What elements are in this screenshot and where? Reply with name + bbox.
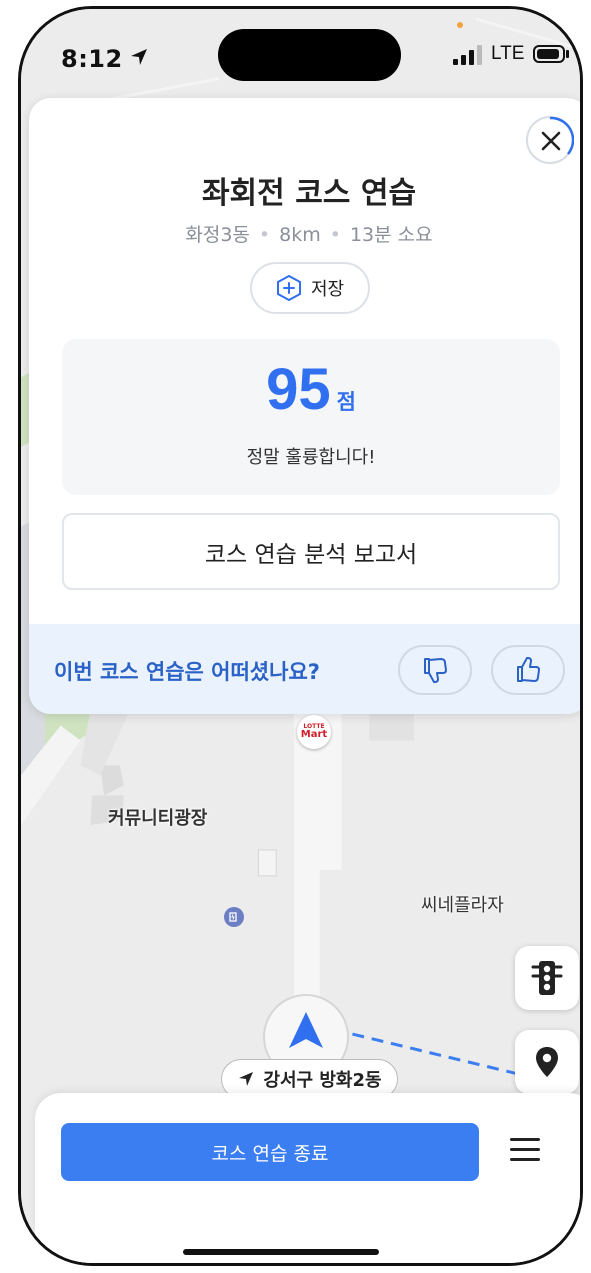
location-pin-icon (536, 1047, 558, 1077)
thumbs-down-button[interactable] (398, 645, 472, 695)
battery-icon (533, 45, 565, 63)
lotte-mart-poi[interactable]: LOTTE Mart (297, 715, 331, 749)
score-row: 95 점 (62, 361, 560, 419)
phone-frame: 8:12 LTE 좌회전 코스 연습 화정3동 • 8km • 13분 소요 저장 95… (18, 6, 583, 1266)
thumbs-up-button[interactable] (491, 645, 565, 695)
navigation-arrow-icon (239, 1072, 254, 1086)
score-panel: 95 점 정말 훌륭합니다! (62, 339, 560, 495)
menu-icon-line (510, 1158, 540, 1161)
network-type: LTE (491, 43, 525, 64)
menu-icon-line (510, 1138, 540, 1141)
dynamic-island (218, 29, 401, 81)
course-meta: 화정3동 • 8km • 13분 소요 (185, 224, 433, 246)
status-bar: 8:12 LTE (21, 9, 580, 99)
save-button[interactable]: 저장 (250, 262, 370, 314)
menu-icon-line (510, 1148, 540, 1151)
battery-tip (566, 50, 569, 58)
course-duration: 13분 소요 (349, 224, 433, 246)
traffic-light-button[interactable] (515, 946, 579, 1010)
close-button[interactable] (526, 116, 574, 164)
score-message: 정말 훌륭합니다! (246, 447, 376, 468)
menu-button[interactable] (510, 1138, 540, 1164)
privacy-indicator (457, 22, 463, 28)
hexagon-plus-icon (276, 274, 301, 302)
thumbs-up-icon (517, 657, 540, 682)
course-location: 화정3동 (185, 224, 250, 246)
end-practice-button[interactable]: 코스 연습 종료 (61, 1123, 479, 1181)
save-button-label: 저장 (310, 279, 345, 300)
score-unit: 점 (336, 390, 356, 414)
score-value: 95 (266, 357, 331, 422)
feedback-question: 이번 코스 연습은 어떠셨나요? (54, 660, 320, 684)
feedback-bar: 이번 코스 연습은 어떠셨나요? (29, 624, 580, 714)
current-location-label: 강서구 방화2동 (263, 1070, 382, 1091)
ev-charging-poi[interactable] (224, 907, 244, 927)
close-icon (541, 131, 561, 151)
status-time: 8:12 (61, 45, 149, 73)
home-indicator[interactable] (183, 1249, 379, 1255)
map-label-community: 커뮤니티광장 (108, 808, 208, 829)
course-title: 좌회전 코스 연습 (201, 176, 417, 211)
mart-label: Mart (300, 729, 328, 740)
location-arrow-icon (130, 49, 147, 65)
course-result-card: 좌회전 코스 연습 화정3동 • 8km • 13분 소요 저장 95 점 정말 훌륭합니… (29, 98, 580, 714)
analysis-report-button[interactable]: 코스 연습 분석 보고서 (62, 513, 560, 590)
map-label-cinema: 씨네플라자 (421, 895, 504, 916)
location-pin-button[interactable] (515, 1030, 579, 1094)
course-distance: 8km (279, 224, 321, 246)
signal-icon (453, 45, 482, 65)
ev-charger-icon (229, 912, 237, 922)
traffic-light-icon (531, 961, 563, 995)
bottom-bar: 코스 연습 종료 (35, 1093, 580, 1263)
thumbs-down-icon (424, 658, 447, 683)
